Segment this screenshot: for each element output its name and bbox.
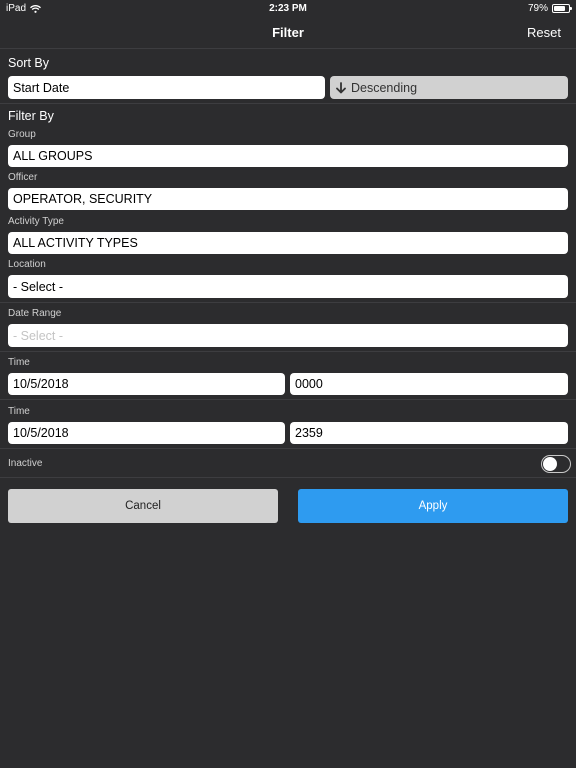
arrow-down-icon bbox=[336, 81, 346, 93]
start-time-label: Time bbox=[8, 357, 30, 368]
inactive-toggle[interactable] bbox=[541, 455, 571, 473]
divider bbox=[0, 399, 576, 400]
start-time-input[interactable]: 0000 bbox=[290, 373, 568, 395]
end-time-label: Time bbox=[8, 406, 30, 417]
divider bbox=[0, 302, 576, 303]
divider bbox=[0, 48, 576, 49]
sort-direction-button[interactable]: Descending bbox=[330, 76, 568, 99]
officer-select[interactable]: OPERATOR, SECURITY bbox=[8, 188, 568, 210]
battery-icon bbox=[552, 4, 572, 13]
toggle-knob bbox=[543, 457, 557, 471]
cancel-button[interactable]: Cancel bbox=[8, 489, 278, 523]
battery-percent: 79% bbox=[527, 3, 548, 14]
group-select[interactable]: ALL GROUPS bbox=[8, 145, 568, 167]
activity-type-select[interactable]: ALL ACTIVITY TYPES bbox=[8, 232, 568, 254]
group-label: Group bbox=[8, 129, 36, 140]
date-range-label: Date Range bbox=[8, 308, 62, 319]
activity-type-label: Activity Type bbox=[8, 216, 64, 227]
sort-direction-label: Descending bbox=[351, 80, 418, 95]
divider bbox=[0, 448, 576, 449]
divider bbox=[0, 103, 576, 104]
location-label: Location bbox=[8, 259, 46, 270]
filter-by-heading: Filter By bbox=[8, 109, 54, 123]
status-right: 79% bbox=[527, 3, 572, 14]
location-select[interactable]: - Select - bbox=[8, 275, 568, 298]
apply-button[interactable]: Apply bbox=[298, 489, 568, 523]
status-bar: iPad 2:23 PM 79% bbox=[0, 0, 576, 16]
date-range-select[interactable]: - Select - bbox=[8, 324, 568, 347]
battery-fill bbox=[554, 6, 566, 11]
nav-bar: Filter Reset bbox=[0, 16, 576, 48]
page-title: Filter bbox=[272, 25, 304, 40]
sort-field-input[interactable]: Start Date bbox=[8, 76, 325, 99]
reset-button[interactable]: Reset bbox=[527, 25, 561, 40]
start-date-input[interactable]: 10/5/2018 bbox=[8, 373, 285, 395]
sort-by-heading: Sort By bbox=[8, 56, 49, 70]
officer-label: Officer bbox=[8, 172, 38, 183]
divider bbox=[0, 351, 576, 352]
inactive-label: Inactive bbox=[8, 458, 43, 469]
end-date-input[interactable]: 10/5/2018 bbox=[8, 422, 285, 444]
status-time: 2:23 PM bbox=[269, 3, 307, 14]
divider bbox=[0, 477, 576, 478]
end-time-input[interactable]: 2359 bbox=[290, 422, 568, 444]
